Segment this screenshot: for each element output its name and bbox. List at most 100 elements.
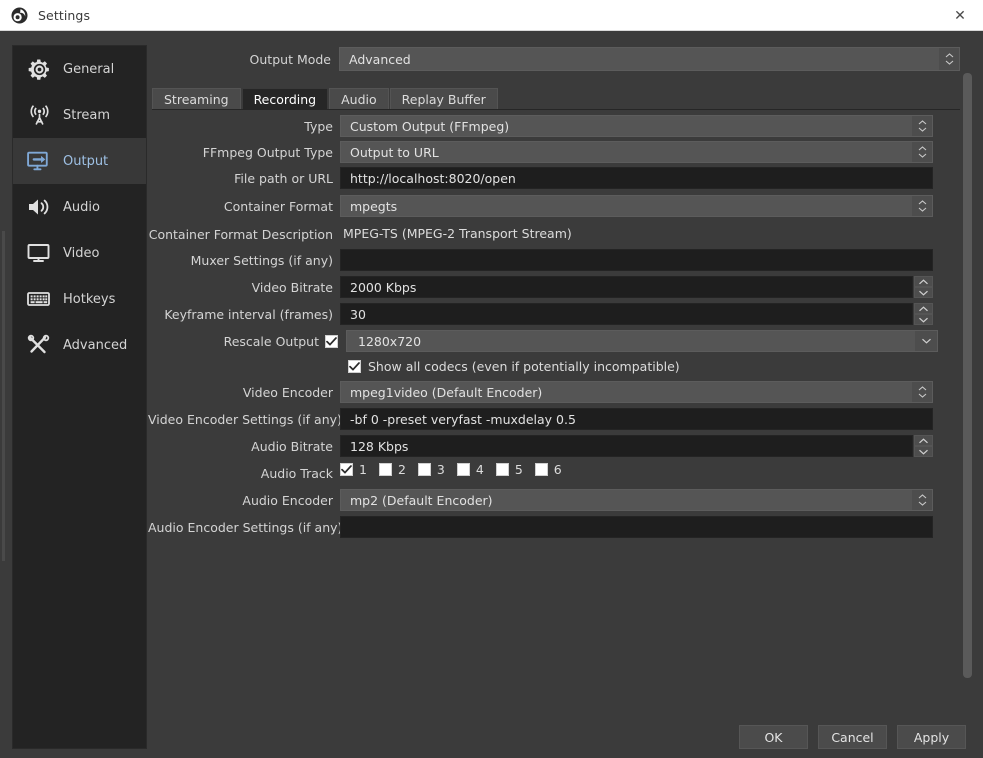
- output-tabbar[interactable]: Streaming Recording Audio Replay Buffer: [152, 87, 964, 110]
- settings-content: Output Mode Advanced Streaming Recording…: [148, 31, 983, 758]
- audio-track-1-checkbox[interactable]: [340, 463, 353, 476]
- video-bitrate-decrement-button[interactable]: [914, 287, 933, 298]
- audio-track-5[interactable]: 5: [495, 462, 523, 477]
- audio-encoder-settings-input[interactable]: [340, 516, 933, 538]
- audio-track-5-checkbox[interactable]: [495, 463, 509, 476]
- show-all-codecs-label: Show all codecs (even if potentially inc…: [368, 358, 680, 374]
- rescale-output-checkbox[interactable]: [325, 334, 338, 348]
- chevron-updown-icon[interactable]: [912, 196, 932, 216]
- chevron-updown-icon[interactable]: [912, 490, 932, 510]
- chevron-updown-icon[interactable]: [912, 116, 932, 136]
- obs-logo-icon: [11, 7, 28, 24]
- audio-bitrate-spinbox[interactable]: 128 Kbps: [340, 435, 933, 457]
- audio-bitrate-value: 128 Kbps: [350, 438, 409, 454]
- chevron-updown-icon[interactable]: [912, 382, 932, 402]
- settings-sidebar[interactable]: General Stream Output Audio Video Hotkey…: [12, 45, 147, 749]
- show-all-codecs-checkbox[interactable]: [348, 359, 361, 373]
- audio-bitrate-increment-button[interactable]: [914, 435, 933, 446]
- audio-bitrate-decrement-button[interactable]: [914, 446, 933, 457]
- chevron-updown-icon[interactable]: [939, 48, 959, 70]
- tools-icon: [23, 330, 55, 360]
- keyframe-interval-increment-button[interactable]: [914, 303, 933, 314]
- type-select[interactable]: Custom Output (FFmpeg): [340, 115, 933, 137]
- sidebar-item-label: General: [63, 61, 115, 77]
- speaker-icon: [23, 192, 55, 222]
- row-video-encoder-settings: Video Encoder Settings (if any) -bf 0 -p…: [148, 408, 960, 430]
- rescale-output-label: Rescale Output: [223, 333, 319, 349]
- row-audio-encoder-settings: Audio Encoder Settings (if any): [148, 516, 960, 538]
- sidebar-item-label: Video: [63, 245, 100, 261]
- container-format-description-label: Container Format Description: [148, 226, 333, 242]
- sidebar-item-output[interactable]: Output: [13, 138, 146, 184]
- audio-track-1[interactable]: 1: [340, 462, 367, 477]
- tab-underline: [152, 109, 960, 110]
- audio-track-4-checkbox[interactable]: [456, 463, 470, 476]
- output-mode-select[interactable]: Advanced: [339, 47, 960, 71]
- row-type: Type Custom Output (FFmpeg): [148, 115, 960, 137]
- rescale-output-select[interactable]: 1280x720: [346, 330, 938, 352]
- audio-track-3-checkbox[interactable]: [417, 463, 431, 476]
- ok-button[interactable]: OK: [739, 725, 808, 749]
- sidebar-item-general[interactable]: General: [13, 46, 146, 92]
- tab-audio[interactable]: Audio: [329, 88, 389, 110]
- audio-encoder-select[interactable]: mp2 (Default Encoder): [340, 489, 933, 511]
- scrollbar-thumb[interactable]: [963, 73, 972, 678]
- row-audio-encoder: Audio Encoder mp2 (Default Encoder): [148, 489, 960, 511]
- sidebar-item-label: Audio: [63, 199, 100, 215]
- video-bitrate-increment-button[interactable]: [914, 276, 933, 287]
- muxer-settings-input[interactable]: [340, 249, 933, 271]
- file-path-or-url-input[interactable]: http://localhost:8020/open: [340, 167, 933, 189]
- apply-button[interactable]: Apply: [897, 725, 966, 749]
- keyframe-interval-spinbox[interactable]: 30: [340, 303, 933, 325]
- video-encoder-label: Video Encoder: [242, 384, 333, 400]
- keyframe-interval-input[interactable]: 30: [340, 303, 913, 325]
- sidebar-item-audio[interactable]: Audio: [13, 184, 146, 230]
- recording-form: Type Custom Output (FFmpeg) FFmpeg Outpu…: [148, 115, 960, 542]
- audio-track-2[interactable]: 2: [378, 462, 406, 477]
- audio-track-4[interactable]: 4: [456, 462, 484, 477]
- ffmpeg-output-type-select[interactable]: Output to URL: [340, 141, 933, 163]
- video-bitrate-spinbox[interactable]: 2000 Kbps: [340, 276, 933, 298]
- muxer-settings-label: Muxer Settings (if any): [190, 252, 333, 268]
- cancel-button[interactable]: Cancel: [818, 725, 887, 749]
- sidebar-item-stream[interactable]: Stream: [13, 92, 146, 138]
- ffmpeg-output-type-label: FFmpeg Output Type: [202, 144, 333, 160]
- close-icon[interactable]: ✕: [937, 0, 983, 31]
- tab-recording[interactable]: Recording: [241, 88, 329, 110]
- output-mode-value: Advanced: [349, 51, 411, 67]
- audio-track-2-checkbox[interactable]: [378, 463, 392, 476]
- chevron-down-icon[interactable]: [915, 331, 937, 351]
- video-bitrate-input[interactable]: 2000 Kbps: [340, 276, 913, 298]
- output-mode-label: Output Mode: [249, 51, 331, 67]
- video-bitrate-value: 2000 Kbps: [350, 279, 417, 295]
- row-audio-bitrate: Audio Bitrate 128 Kbps: [148, 435, 960, 457]
- sidebar-item-hotkeys[interactable]: Hotkeys: [13, 276, 146, 322]
- sidebar-item-advanced[interactable]: Advanced: [13, 322, 146, 368]
- audio-encoder-settings-label: Audio Encoder Settings (if any): [148, 519, 343, 535]
- video-encoder-settings-input[interactable]: -bf 0 -preset veryfast -muxdelay 0.5: [340, 408, 933, 430]
- audio-track-6-checkbox[interactable]: [534, 463, 548, 476]
- sidebar-item-video[interactable]: Video: [13, 230, 146, 276]
- tab-replay-buffer[interactable]: Replay Buffer: [389, 88, 498, 110]
- audio-track-5-label: 5: [514, 462, 523, 477]
- audio-bitrate-input[interactable]: 128 Kbps: [340, 435, 913, 457]
- audio-track-group: 1 2 3 4 5 6: [340, 462, 960, 477]
- window-body: General Stream Output Audio Video Hotkey…: [0, 31, 983, 758]
- chevron-updown-icon[interactable]: [912, 142, 932, 162]
- keyframe-interval-decrement-button[interactable]: [914, 314, 933, 325]
- audio-track-6[interactable]: 6: [534, 462, 562, 477]
- container-format-description-value: MPEG-TS (MPEG-2 Transport Stream): [343, 226, 572, 241]
- row-keyframe-interval: Keyframe interval (frames) 30: [148, 303, 960, 325]
- gear-icon: [23, 54, 55, 84]
- video-encoder-select[interactable]: mpeg1video (Default Encoder): [340, 381, 933, 403]
- container-format-value: mpegts: [350, 198, 398, 214]
- container-format-select[interactable]: mpegts: [340, 195, 933, 217]
- row-video-encoder: Video Encoder mpeg1video (Default Encode…: [148, 381, 960, 403]
- tab-streaming[interactable]: Streaming: [152, 88, 241, 110]
- audio-track-3[interactable]: 3: [417, 462, 445, 477]
- container-format-label: Container Format: [223, 198, 333, 214]
- audio-track-3-label: 3: [436, 462, 445, 477]
- title-bar: Settings ✕: [0, 0, 983, 31]
- type-label: Type: [304, 118, 333, 134]
- content-scrollbar[interactable]: [962, 69, 973, 749]
